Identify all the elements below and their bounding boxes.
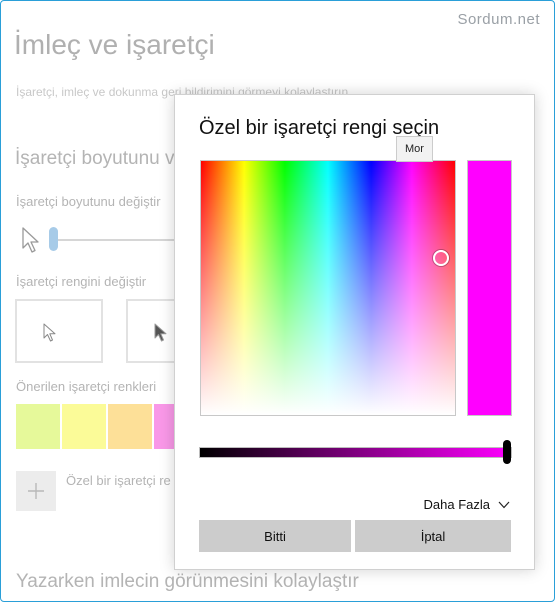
more-options-toggle[interactable]: Daha Fazla xyxy=(424,497,510,512)
settings-window: Sordum.net İmleç ve işaretçi İşaretçi, i… xyxy=(0,0,555,602)
pointer-size-label: İşaretçi boyutunu değiştir xyxy=(16,194,161,209)
selected-color-preview xyxy=(467,160,512,416)
pointer-color-black-option[interactable] xyxy=(126,299,176,363)
add-custom-color-button[interactable] xyxy=(16,471,56,511)
pointer-size-section-title: İşaretçi boyutunu v xyxy=(15,148,175,169)
cancel-button[interactable]: İptal xyxy=(355,520,511,552)
custom-color-label: Özel bir işaretçi re xyxy=(66,473,171,488)
plus-icon xyxy=(28,483,44,499)
page-title: İmleç ve işaretçi xyxy=(14,29,215,60)
arrow-cursor-icon xyxy=(22,227,39,253)
pointer-size-slider-thumb[interactable] xyxy=(49,227,58,251)
typing-cursor-section-title: Yazarken imlecin görünmesini kolaylaştır xyxy=(16,571,359,592)
watermark: Sordum.net xyxy=(457,11,540,28)
color-spectrum[interactable] xyxy=(200,160,456,416)
color-picker-cursor[interactable] xyxy=(433,250,449,266)
pointer-color-white-option[interactable] xyxy=(15,299,103,363)
chevron-down-icon xyxy=(498,501,510,508)
pointer-color-label: İşaretçi rengini değiştir xyxy=(16,274,147,289)
color-name-tooltip: Mor xyxy=(396,136,433,162)
arrow-cursor-icon xyxy=(154,323,167,342)
suggested-colors-row xyxy=(16,404,198,449)
custom-color-dialog: Özel bir işaretçi rengi seçin Mor Daha F… xyxy=(174,94,535,570)
suggested-color-swatch[interactable] xyxy=(62,404,106,449)
color-value-slider-thumb[interactable] xyxy=(503,440,511,464)
more-options-label: Daha Fazla xyxy=(423,497,490,512)
pointer-size-slider-track[interactable] xyxy=(55,239,185,241)
suggested-color-swatch[interactable] xyxy=(16,404,60,449)
suggested-color-swatch[interactable] xyxy=(108,404,152,449)
color-value-slider[interactable] xyxy=(199,447,512,458)
done-button[interactable]: Bitti xyxy=(199,520,351,552)
suggested-colors-label: Önerilen işaretçi renkleri xyxy=(16,379,157,394)
arrow-cursor-icon xyxy=(43,323,56,342)
